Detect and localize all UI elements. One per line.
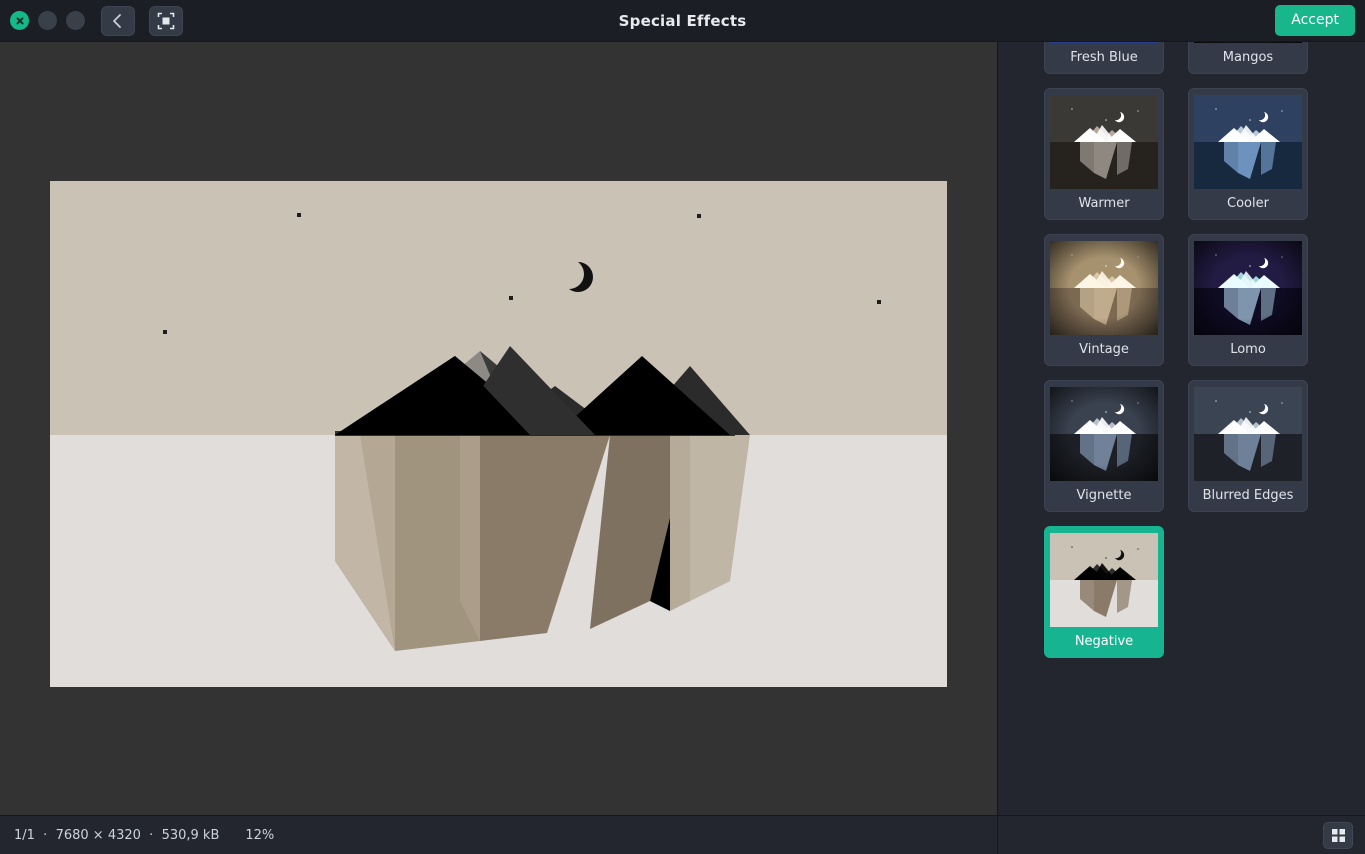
- effects-scroll-area[interactable]: Fresh Blue Mangos Warmer Cooler Vintage …: [998, 42, 1365, 815]
- effect-thumbnail: [1048, 531, 1160, 629]
- fit-to-screen-icon: [157, 12, 175, 29]
- effect-label: Vignette: [1076, 488, 1132, 503]
- effect-card-mangos[interactable]: Mangos: [1188, 42, 1308, 74]
- effect-label: Cooler: [1227, 196, 1269, 211]
- grid-view-button[interactable]: [1323, 821, 1353, 849]
- titlebar: Special Effects Accept: [0, 0, 1365, 42]
- effect-label: Warmer: [1078, 196, 1130, 211]
- iceberg-illustration: [50, 181, 947, 687]
- window-body: 1/1 · 7680 × 4320 · 530,9 kB 12% Fresh B…: [0, 42, 1365, 854]
- chevron-left-icon: [113, 13, 121, 28]
- image-metadata: 1/1 · 7680 × 4320 · 530,9 kB: [14, 827, 220, 843]
- fit-to-screen-button[interactable]: [149, 5, 183, 36]
- effect-label: Negative: [1074, 634, 1134, 649]
- page-title: Special Effects: [618, 12, 747, 30]
- effects-sidebar: Fresh Blue Mangos Warmer Cooler Vintage …: [998, 42, 1365, 854]
- image-editor-pane: 1/1 · 7680 × 4320 · 530,9 kB 12%: [0, 42, 998, 854]
- close-icon[interactable]: [10, 11, 29, 30]
- accept-button[interactable]: Accept: [1275, 5, 1355, 36]
- special-effects-window: Special Effects Accept 1/1 · 7680 × 4320…: [0, 0, 1365, 854]
- effect-card-vignette[interactable]: Vignette: [1044, 380, 1164, 512]
- grid-view-icon: [1331, 828, 1345, 842]
- effect-card-lomo[interactable]: Lomo: [1188, 234, 1308, 366]
- effect-label: Blurred Edges: [1202, 488, 1294, 503]
- effect-thumbnail: [1050, 241, 1158, 335]
- maximize-icon[interactable]: [66, 11, 85, 30]
- effect-label: Fresh Blue: [1070, 50, 1138, 65]
- effect-thumbnail: [1194, 387, 1302, 481]
- effect-card-fresh-blue[interactable]: Fresh Blue: [1044, 42, 1164, 74]
- effect-label: Mangos: [1222, 50, 1274, 65]
- effect-card-cooler[interactable]: Cooler: [1188, 88, 1308, 220]
- statusbar: 1/1 · 7680 × 4320 · 530,9 kB 12%: [0, 815, 997, 854]
- effect-card-warmer[interactable]: Warmer: [1044, 88, 1164, 220]
- effect-label: Lomo: [1230, 342, 1266, 357]
- effect-thumbnail: [1194, 241, 1302, 335]
- sidebar-footer: [998, 815, 1365, 854]
- zoom-level: 12%: [245, 827, 275, 843]
- effect-card-blurred-edges[interactable]: Blurred Edges: [1188, 380, 1308, 512]
- effect-thumbnail: [1050, 42, 1158, 43]
- effect-thumbnail: [1194, 42, 1302, 43]
- effects-grid: Fresh Blue Mangos Warmer Cooler Vintage …: [998, 42, 1365, 670]
- effect-thumbnail: [1050, 95, 1158, 189]
- effect-thumbnail: [1050, 387, 1158, 481]
- effect-label: Vintage: [1079, 342, 1129, 357]
- effect-card-negative[interactable]: Negative: [1044, 526, 1164, 658]
- back-button[interactable]: [101, 5, 135, 36]
- window-controls: [10, 11, 85, 30]
- image-preview[interactable]: [50, 181, 947, 687]
- effect-thumbnail: [1194, 95, 1302, 189]
- minimize-icon[interactable]: [38, 11, 57, 30]
- effect-card-vintage[interactable]: Vintage: [1044, 234, 1164, 366]
- canvas-area[interactable]: [0, 42, 997, 815]
